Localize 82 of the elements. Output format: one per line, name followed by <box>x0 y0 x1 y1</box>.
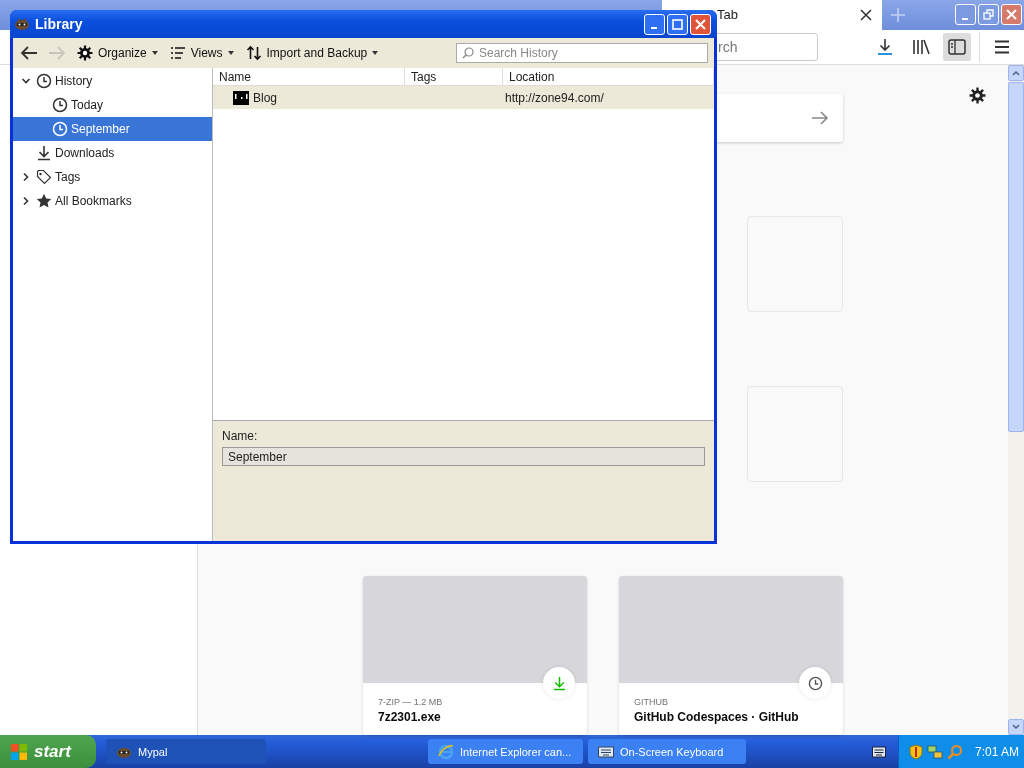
shield-icon[interactable] <box>909 743 923 760</box>
tag-icon <box>36 169 52 185</box>
forward-arrow-icon <box>48 45 66 61</box>
clock: 7:01 AM <box>975 744 1020 759</box>
clock-icon <box>807 675 823 691</box>
tree-item[interactable]: History <box>13 69 212 93</box>
twisty-icon[interactable] <box>21 172 31 182</box>
sidebar-button[interactable] <box>943 32 971 61</box>
window-title: Library <box>35 16 84 32</box>
card-context: GITHUB <box>634 697 669 707</box>
keyboard-icon[interactable] <box>872 745 886 758</box>
menu-button[interactable]: Views <box>165 41 238 65</box>
column-header[interactable]: Name <box>213 68 405 85</box>
back-arrow-icon <box>20 45 38 61</box>
column-header[interactable]: Tags <box>405 68 503 85</box>
tree-item[interactable]: Downloads <box>13 141 212 165</box>
twisty-icon[interactable] <box>21 76 31 86</box>
search-icon <box>462 47 474 59</box>
card-title: GitHub Codespaces · GitHub <box>634 710 800 724</box>
close-icon <box>695 18 706 30</box>
library-icon[interactable] <box>912 38 930 55</box>
settings-icon[interactable] <box>969 87 986 104</box>
close-icon[interactable] <box>860 8 872 21</box>
taskbar-button[interactable]: On-Screen Keyboard <box>588 739 746 764</box>
caret-icon <box>372 51 379 55</box>
close-button[interactable] <box>1001 4 1022 25</box>
restore-button[interactable] <box>978 4 999 25</box>
tree-item[interactable]: All Bookmarks <box>13 189 212 213</box>
scrollbar[interactable] <box>1008 65 1024 735</box>
download-icon <box>551 675 567 691</box>
list-icon <box>169 45 186 61</box>
up-down-arrows-icon <box>245 45 262 61</box>
minimize-icon <box>650 27 657 29</box>
caret-icon <box>227 51 234 55</box>
tab-title: Tab <box>717 7 739 23</box>
gear-icon <box>77 45 93 61</box>
close-icon <box>1006 9 1017 20</box>
download-icon[interactable] <box>877 37 893 56</box>
caret-icon <box>151 51 158 55</box>
tree-item[interactable]: Today <box>13 93 212 117</box>
column-header[interactable]: Location <box>503 68 714 85</box>
menu-button[interactable]: Organize <box>73 41 162 65</box>
field-label: Name: <box>222 429 259 443</box>
taskbar-button[interactable]: Internet Explorer can... <box>428 739 583 764</box>
scroll-down-icon[interactable] <box>1012 724 1020 730</box>
tree-item[interactable]: Tags <box>13 165 212 189</box>
card-context: 7-ZIP — 1.2 MB <box>378 697 444 707</box>
download-icon <box>36 145 52 161</box>
clock-icon <box>52 121 68 137</box>
card-title: 7z2301.exe <box>378 710 442 724</box>
favicon-icon <box>233 90 249 105</box>
list-row[interactable]: Blog http://zone94.com/ <box>213 86 714 109</box>
app-icon <box>14 17 30 31</box>
globe-e-icon <box>438 743 454 760</box>
close-button[interactable] <box>690 13 711 35</box>
star-icon <box>36 193 52 209</box>
location-cell: http://zone94.com/ <box>505 90 604 105</box>
highlight-card[interactable]: GITHUB GitHub Codespaces · GitHub <box>619 576 843 735</box>
sidebar-icon <box>948 38 966 55</box>
maximize-icon <box>672 18 683 30</box>
clock-icon <box>52 97 68 113</box>
search-field[interactable]: Search History <box>456 43 708 63</box>
minimize-button[interactable] <box>644 13 665 35</box>
minimize-button[interactable] <box>955 4 976 25</box>
restore-icon <box>983 9 994 20</box>
name-field[interactable]: September <box>222 447 705 466</box>
start-button[interactable]: start <box>0 735 96 768</box>
highlight-card[interactable]: 7-ZIP — 1.2 MB 7z2301.exe <box>363 576 587 735</box>
scroll-up-icon[interactable] <box>1012 70 1020 76</box>
taskbar-button[interactable]: Mypal <box>106 739 266 764</box>
arrow-icon <box>811 110 829 126</box>
tree-item[interactable]: September <box>13 117 212 141</box>
menu-button[interactable]: Import and Backup <box>241 41 383 65</box>
network-icon[interactable] <box>927 743 943 760</box>
name-cell: Blog <box>253 90 278 105</box>
clock-icon <box>36 73 52 89</box>
twisty-icon[interactable] <box>21 196 31 206</box>
menu-icon[interactable] <box>994 39 1010 54</box>
keyboard-icon <box>598 745 614 758</box>
minimize-icon <box>961 17 968 20</box>
windows-logo-icon <box>10 742 28 761</box>
maximize-button[interactable] <box>667 13 688 35</box>
